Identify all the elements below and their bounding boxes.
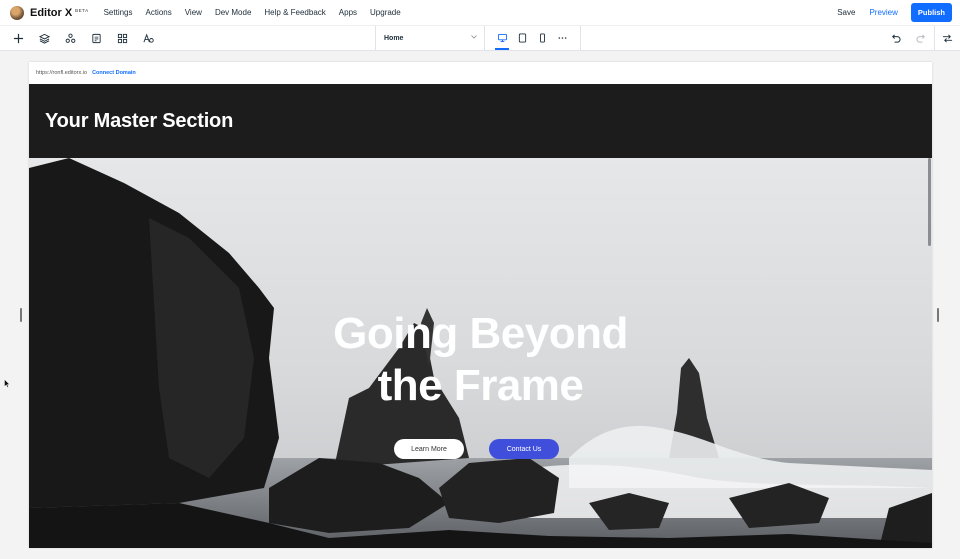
master-section-title: Your Master Section — [45, 109, 234, 132]
menu-item-upgrade[interactable]: Upgrade — [370, 8, 401, 17]
beta-badge: BETA — [75, 7, 89, 13]
tablet-icon[interactable] — [512, 26, 532, 50]
topbar-actions: Save Preview Publish — [837, 3, 952, 22]
scrollbar[interactable] — [928, 158, 931, 246]
user-avatar[interactable] — [10, 5, 24, 20]
site-frame: https://ronfl.editorx.io Connect Domain … — [29, 62, 932, 548]
mobile-icon[interactable] — [532, 26, 552, 50]
contact-us-button[interactable]: Contact Us — [489, 439, 559, 459]
more-options-icon[interactable] — [552, 26, 572, 50]
tools-right — [882, 26, 960, 50]
menu-item-help[interactable]: Help & Feedback — [264, 8, 325, 17]
page-select-dropdown[interactable]: Home — [375, 26, 485, 50]
chevron-down-icon — [471, 35, 477, 39]
mouse-cursor-icon — [4, 379, 10, 388]
layers-icon[interactable] — [31, 26, 57, 50]
site-url: https://ronfl.editorx.io — [36, 69, 88, 76]
save-button[interactable]: Save — [837, 8, 855, 17]
text-style-icon[interactable] — [135, 26, 161, 50]
hero-section[interactable]: Going Beyond the Frame Learn More Contac… — [29, 158, 932, 548]
resize-handle-right[interactable] — [937, 308, 939, 322]
brand-name: Editor X — [30, 6, 73, 19]
page-select-value: Home — [384, 34, 404, 42]
pages-icon[interactable] — [83, 26, 109, 50]
brand-logo: Editor X BETA — [30, 7, 89, 19]
toolbar-divider — [580, 26, 581, 50]
learn-more-button[interactable]: Learn More — [394, 439, 464, 459]
menu-item-actions[interactable]: Actions — [146, 8, 172, 17]
menu-item-dev-mode[interactable]: Dev Mode — [215, 8, 251, 17]
add-icon[interactable] — [5, 26, 31, 50]
connect-domain-link[interactable]: Connect Domain — [92, 70, 136, 76]
preview-button[interactable]: Preview — [869, 8, 897, 17]
top-menu-bar: Editor X BETA Settings Actions View Dev … — [0, 0, 960, 26]
hero-heading-line-1: Going Beyond — [333, 309, 628, 358]
undo-icon[interactable] — [882, 26, 908, 50]
main-menu: Settings Actions View Dev Mode Help & Fe… — [104, 8, 414, 17]
resize-handle-left[interactable] — [20, 308, 22, 322]
grid-icon[interactable] — [109, 26, 135, 50]
hero-heading: Going Beyond the Frame — [29, 308, 932, 412]
master-section[interactable]: Your Master Section — [29, 84, 932, 158]
tools-left — [5, 26, 161, 50]
editor-canvas: https://ronfl.editorx.io Connect Domain … — [0, 51, 960, 559]
desktop-icon[interactable] — [492, 26, 512, 50]
editor-toolbar: Home — [0, 26, 960, 51]
menu-item-view[interactable]: View — [185, 8, 202, 17]
device-switcher — [492, 26, 572, 50]
redo-icon[interactable] — [908, 26, 934, 50]
menu-item-settings[interactable]: Settings — [104, 8, 133, 17]
publish-button[interactable]: Publish — [910, 3, 952, 22]
components-icon[interactable] — [57, 26, 83, 50]
settings-toggle-icon[interactable] — [934, 26, 960, 50]
url-bar: https://ronfl.editorx.io Connect Domain — [29, 62, 932, 83]
hero-heading-line-2: the Frame — [377, 361, 584, 410]
hero-buttons: Learn More Contact Us — [394, 439, 559, 459]
menu-item-apps[interactable]: Apps — [339, 8, 357, 17]
